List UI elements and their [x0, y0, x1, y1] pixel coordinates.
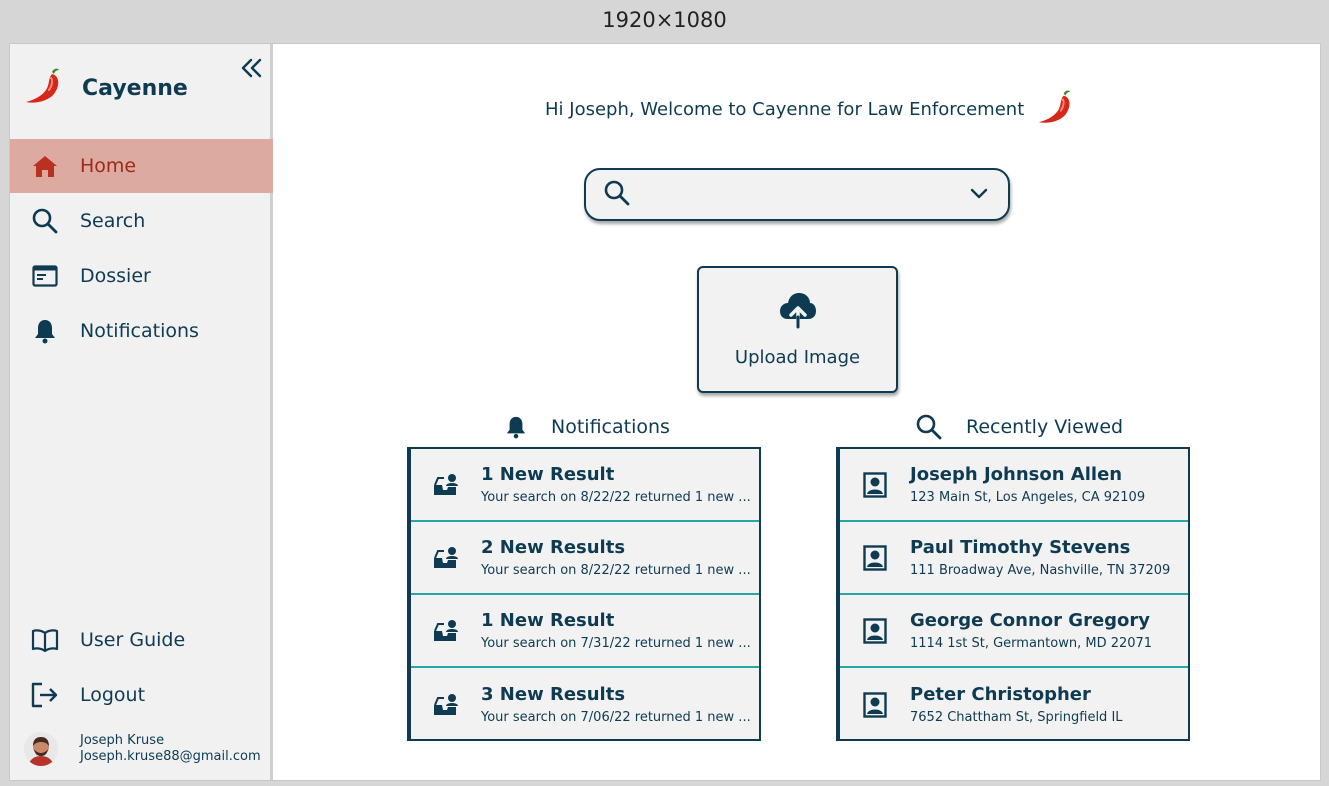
sidebar-item-user-guide[interactable]: User Guide [10, 613, 273, 667]
brand-name: Cayenne [82, 75, 188, 101]
inbox-user-icon [411, 619, 481, 643]
search-icon [916, 414, 942, 440]
double-chevron-left-icon [241, 58, 263, 82]
profile-name: Paul Timothy Stevens [910, 537, 1131, 558]
sidebar-item-label: User Guide [80, 629, 186, 651]
book-icon [10, 628, 80, 652]
recently-viewed-heading-label: Recently Viewed [966, 416, 1124, 438]
bell-icon [10, 318, 80, 344]
sidebar-item-label: Notifications [80, 320, 199, 342]
profile-address: 111 Broadway Ave, Nashville, TN 37209 [910, 563, 1171, 578]
sidebar-item-search[interactable]: Search [10, 194, 273, 248]
notification-title: 1 New Result [481, 610, 615, 631]
notification-item[interactable]: 3 New Results Your search on 7/06/22 ret… [411, 668, 759, 741]
profile-name: George Connor Gregory [910, 610, 1151, 631]
recently-viewed-heading: Recently Viewed [916, 410, 1123, 444]
inbox-user-icon [411, 473, 481, 497]
sidebar-item-label: Home [80, 155, 137, 177]
resolution-label: 1920×1080 [602, 8, 727, 32]
sidebar-item-dossier[interactable]: Dossier [10, 249, 273, 303]
notification-title: 3 New Results [481, 684, 626, 705]
welcome-text: Hi Joseph, Welcome to Cayenne for Law En… [545, 98, 1025, 120]
dossier-icon [10, 265, 80, 287]
search-input[interactable] [584, 168, 1010, 221]
user-profile[interactable]: Joseph Kruse Joseph.kruse88@gmail.com [24, 732, 261, 766]
brand[interactable]: Cayenne [24, 68, 188, 108]
profile-name: Joseph Johnson Allen [910, 464, 1123, 485]
pepper-icon [1036, 88, 1076, 131]
sidebar-item-home[interactable]: Home [10, 139, 273, 193]
inbox-user-icon [411, 546, 481, 570]
contact-card-icon [840, 544, 910, 571]
notification-subtitle: Your search on 8/22/22 returned 1 new ..… [481, 490, 751, 505]
notification-item[interactable]: 2 New Results Your search on 8/22/22 ret… [411, 522, 759, 595]
contact-card-icon [840, 471, 910, 498]
cloud-upload-icon [778, 291, 818, 333]
contact-card-icon [840, 691, 910, 718]
user-name: Joseph Kruse [80, 733, 165, 748]
sidebar-item-logout[interactable]: Logout [10, 668, 273, 722]
sidebar-item-label: Dossier [80, 265, 151, 287]
notification-subtitle: Your search on 8/22/22 returned 1 new ..… [481, 563, 751, 578]
sidebar-item-notifications[interactable]: Notifications [10, 304, 273, 358]
chevron-down-icon[interactable] [970, 185, 988, 204]
notification-item[interactable]: 1 New Result Your search on 8/22/22 retu… [411, 449, 759, 522]
notification-subtitle: Your search on 7/31/22 returned 1 new ..… [481, 636, 751, 651]
home-icon [10, 154, 80, 178]
user-email: Joseph.kruse88@gmail.com [80, 749, 261, 764]
search-icon [10, 208, 80, 234]
notification-title: 1 New Result [481, 464, 615, 485]
profile-address: 123 Main St, Los Angeles, CA 92109 [910, 490, 1146, 505]
profile-address: 7652 Chattham St, Springfield IL [910, 710, 1123, 725]
profile-address: 1114 1st St, Germantown, MD 22071 [910, 636, 1153, 651]
upload-image-button[interactable]: Upload Image [697, 266, 898, 393]
upload-image-label: Upload Image [734, 347, 861, 368]
recent-profile-item[interactable]: Paul Timothy Stevens 111 Broadway Ave, N… [840, 522, 1188, 595]
sidebar-item-label: Logout [80, 684, 146, 706]
notification-item[interactable]: 1 New Result Your search on 7/31/22 retu… [411, 595, 759, 668]
logout-icon [10, 682, 80, 708]
sidebar-item-label: Search [80, 210, 146, 232]
sidebar: Cayenne Home Search Dossier Notification… [10, 44, 273, 780]
profile-name: Peter Christopher [910, 684, 1091, 705]
recent-profile-item[interactable]: Peter Christopher 7652 Chattham St, Spri… [840, 668, 1188, 741]
collapse-sidebar-button[interactable] [238, 56, 266, 84]
contact-card-icon [840, 617, 910, 644]
welcome-message: Hi Joseph, Welcome to Cayenne for Law En… [545, 90, 1076, 124]
notifications-heading-label: Notifications [551, 416, 670, 438]
inbox-user-icon [411, 693, 481, 717]
app-window: Cayenne Home Search Dossier Notification… [9, 43, 1321, 781]
bell-icon [505, 414, 527, 440]
notifications-list: 1 New Result Your search on 8/22/22 retu… [409, 447, 761, 741]
recent-profile-item[interactable]: George Connor Gregory 1114 1st St, Germa… [840, 595, 1188, 668]
notification-title: 2 New Results [481, 537, 626, 558]
pepper-logo-icon [24, 66, 64, 110]
notifications-heading: Notifications [505, 410, 670, 444]
recently-viewed-list: Joseph Johnson Allen 123 Main St, Los An… [838, 447, 1190, 741]
avatar [24, 732, 58, 766]
recent-profile-item[interactable]: Joseph Johnson Allen 123 Main St, Los An… [840, 449, 1188, 522]
notification-subtitle: Your search on 7/06/22 returned 1 new ..… [481, 710, 751, 725]
search-icon [604, 180, 630, 210]
